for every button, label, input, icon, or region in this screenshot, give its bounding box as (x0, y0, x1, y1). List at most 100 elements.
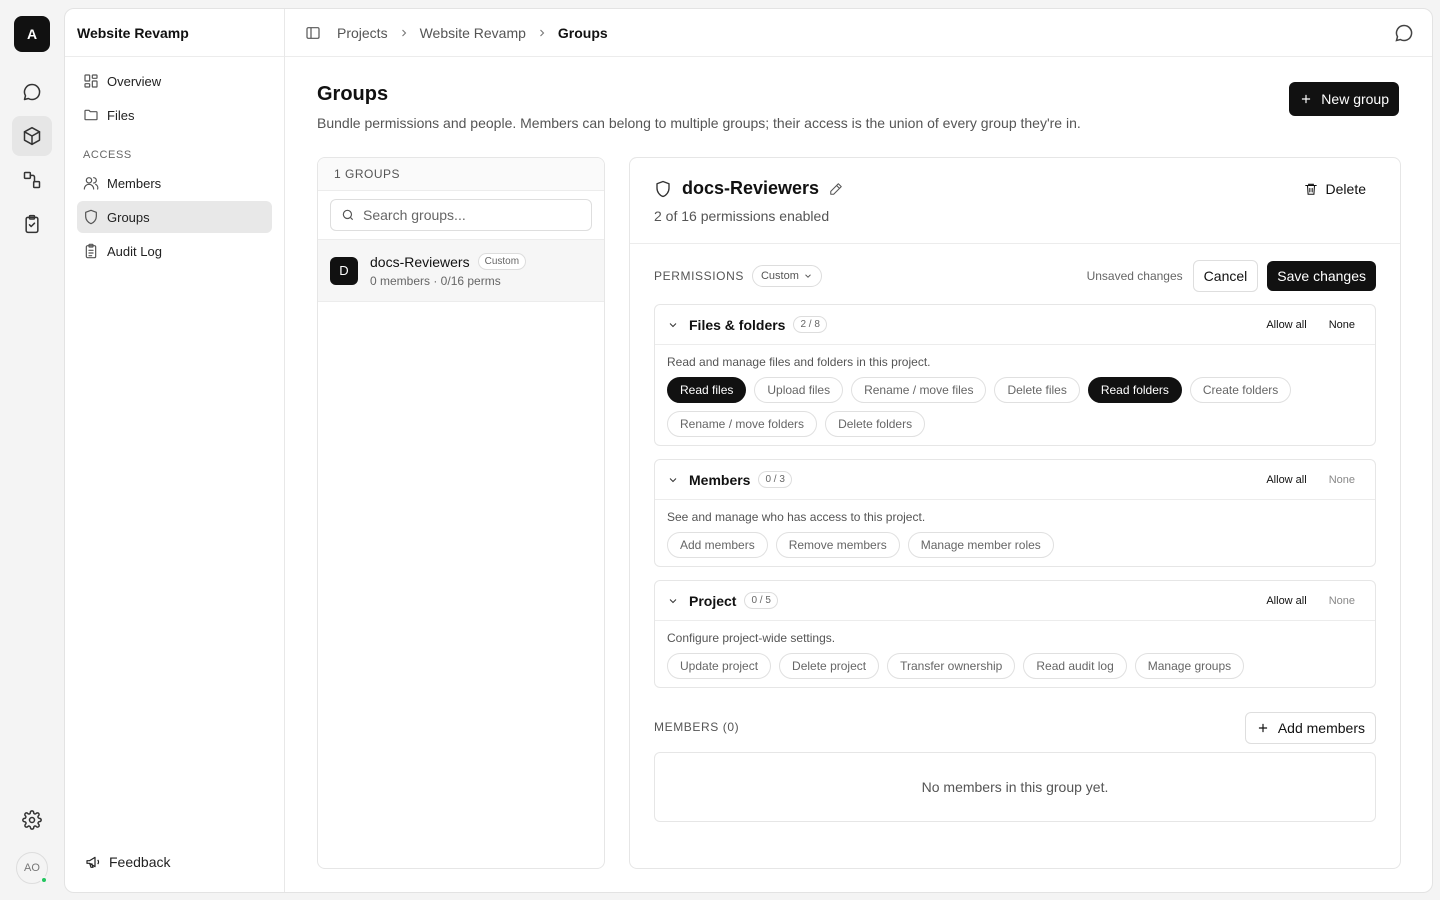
sidebar-item-members[interactable]: Members (77, 167, 272, 199)
workflow-icon (23, 171, 41, 189)
topbar: Projects Website Revamp Groups (285, 9, 1432, 57)
rail-projects-button[interactable] (12, 116, 52, 156)
gear-icon (22, 810, 42, 830)
none-button[interactable]: None (1329, 595, 1355, 607)
user-avatar[interactable]: AO (16, 852, 48, 884)
search-box (330, 199, 592, 231)
groups-list-panel: 1 GROUPS D docs-Reviewers Custom 0 membe… (317, 157, 605, 869)
perm-chip-add-members[interactable]: Add members (667, 532, 768, 558)
rail-chat-button[interactable] (12, 72, 52, 112)
search-groups-input[interactable] (363, 207, 573, 223)
group-title: docs-Reviewers (682, 178, 820, 198)
permission-group-name: Files & folders (689, 316, 786, 333)
groups-count: 1 GROUPS (318, 158, 604, 191)
feedback-label: Feedback (109, 854, 171, 870)
assistant-button[interactable] (1394, 23, 1414, 43)
permission-group-description: Configure project-wide settings. (667, 631, 836, 645)
perm-chip-delete-files[interactable]: Delete files (994, 377, 1080, 403)
app-rail: A AO (0, 0, 64, 900)
perm-chip-delete-project[interactable]: Delete project (779, 653, 880, 679)
add-members-button[interactable]: Add members (1244, 712, 1376, 744)
users-icon (83, 177, 99, 190)
grid-icon (84, 74, 98, 88)
permission-group-header[interactable]: Members 0 / 3 Allow all None (655, 460, 1375, 500)
chat-icon (23, 83, 41, 101)
cancel-button[interactable]: Cancel (1192, 260, 1259, 292)
permission-group-name: Members (689, 471, 751, 488)
chevron-down-icon (669, 322, 677, 327)
main-window: Website Revamp Overview Files ACCESS Mem… (64, 8, 1433, 893)
permissions-summary: 2 of 16 permissions enabled (654, 208, 830, 224)
perm-chip-rename-move-folders[interactable]: Rename / move folders (667, 411, 818, 437)
folder-icon (84, 109, 98, 121)
sidebar-item-label: Overview (107, 73, 162, 89)
perm-chip-create-folders[interactable]: Create folders (1189, 377, 1292, 403)
group-list-item[interactable]: D docs-Reviewers Custom 0 members · 0/16… (318, 239, 604, 302)
delete-group-button[interactable]: Delete (1304, 181, 1366, 197)
sidebar-item-label: Files (107, 107, 135, 123)
sidebar-item-audit-log[interactable]: Audit Log (77, 235, 272, 267)
permission-group-project: Project 0 / 5 Allow all None Configure p… (654, 580, 1376, 688)
perm-chip-manage-groups[interactable]: Manage groups (1134, 653, 1245, 679)
permissions-toolbar: PERMISSIONS Custom Unsaved changes Cance… (654, 260, 1376, 292)
sidebar-item-overview[interactable]: Overview (77, 65, 272, 97)
pencil-icon[interactable] (829, 182, 843, 196)
perm-chip-remove-members[interactable]: Remove members (775, 532, 900, 558)
group-name: docs-Reviewers (370, 253, 470, 270)
permissions-label: PERMISSIONS (654, 269, 744, 283)
none-button[interactable]: None (1329, 319, 1355, 331)
preset-value: Custom (760, 270, 799, 282)
save-changes-button[interactable]: Save changes (1267, 261, 1376, 291)
preset-dropdown[interactable]: Custom (751, 265, 822, 287)
sidebar-item-groups[interactable]: Groups (77, 201, 272, 233)
trash-icon (1304, 183, 1317, 195)
new-group-label: New group (1321, 91, 1389, 107)
page-description: Bundle permissions and people. Members c… (317, 115, 1081, 131)
perm-chip-rename-move-files[interactable]: Rename / move files (851, 377, 987, 403)
rail-tasks-button[interactable] (12, 204, 52, 244)
feedback-button[interactable]: Feedback (85, 854, 170, 870)
new-group-button[interactable]: New group (1289, 82, 1399, 116)
permission-group-count: 0 / 5 (744, 592, 778, 609)
project-name[interactable]: Website Revamp (65, 9, 284, 57)
sidebar-item-files[interactable]: Files (77, 99, 272, 131)
perm-chip-read-files[interactable]: Read files (667, 377, 747, 403)
allow-all-button[interactable]: Allow all (1266, 474, 1306, 486)
permission-group-description: See and manage who has access to this pr… (667, 510, 926, 524)
delete-label: Delete (1325, 181, 1366, 197)
perm-chip-read-folders[interactable]: Read folders (1087, 377, 1182, 403)
shield-icon (85, 209, 97, 225)
add-members-label: Add members (1277, 720, 1365, 736)
perm-chip-manage-member-roles[interactable]: Manage member roles (907, 532, 1054, 558)
breadcrumb: Projects Website Revamp Groups (337, 25, 608, 41)
breadcrumb-website-revamp[interactable]: Website Revamp (420, 25, 526, 41)
perm-chip-delete-folders[interactable]: Delete folders (825, 411, 926, 437)
page-title: Groups (317, 83, 389, 105)
content-area: Groups Bundle permissions and people. Me… (285, 57, 1432, 892)
none-button[interactable]: None (1329, 474, 1355, 486)
perm-chip-upload-files[interactable]: Upload files (754, 377, 844, 403)
permission-group-header[interactable]: Project 0 / 5 Allow all None (655, 581, 1375, 621)
breadcrumb-projects[interactable]: Projects (337, 25, 388, 41)
allow-all-button[interactable]: Allow all (1266, 319, 1306, 331)
perm-chip-read-audit-log[interactable]: Read audit log (1023, 653, 1127, 679)
group-detail-header: docs-Reviewers 2 of 16 permissions enabl… (630, 158, 1400, 244)
perm-chip-update-project[interactable]: Update project (667, 653, 772, 679)
clipboard-check-icon (25, 214, 39, 234)
online-status-dot (40, 876, 48, 884)
rail-workflows-button[interactable] (12, 160, 52, 200)
settings-button[interactable] (12, 800, 52, 840)
plus-icon (1302, 94, 1311, 104)
chevron-right-icon (398, 27, 410, 39)
members-section-label: MEMBERS (0) (654, 720, 740, 734)
sidebar-toggle-icon[interactable] (305, 25, 321, 41)
permission-group-name: Project (689, 592, 737, 609)
perm-chip-transfer-ownership[interactable]: Transfer ownership (887, 653, 1016, 679)
workspace-logo[interactable]: A (14, 16, 50, 52)
sidebar-item-label: Groups (107, 209, 150, 225)
project-sidebar: Website Revamp Overview Files ACCESS Mem… (65, 9, 285, 892)
cube-icon (23, 126, 41, 146)
allow-all-button[interactable]: Allow all (1266, 595, 1306, 607)
permission-group-header[interactable]: Files & folders 2 / 8 Allow all None (655, 305, 1375, 345)
megaphone-icon (86, 856, 100, 868)
